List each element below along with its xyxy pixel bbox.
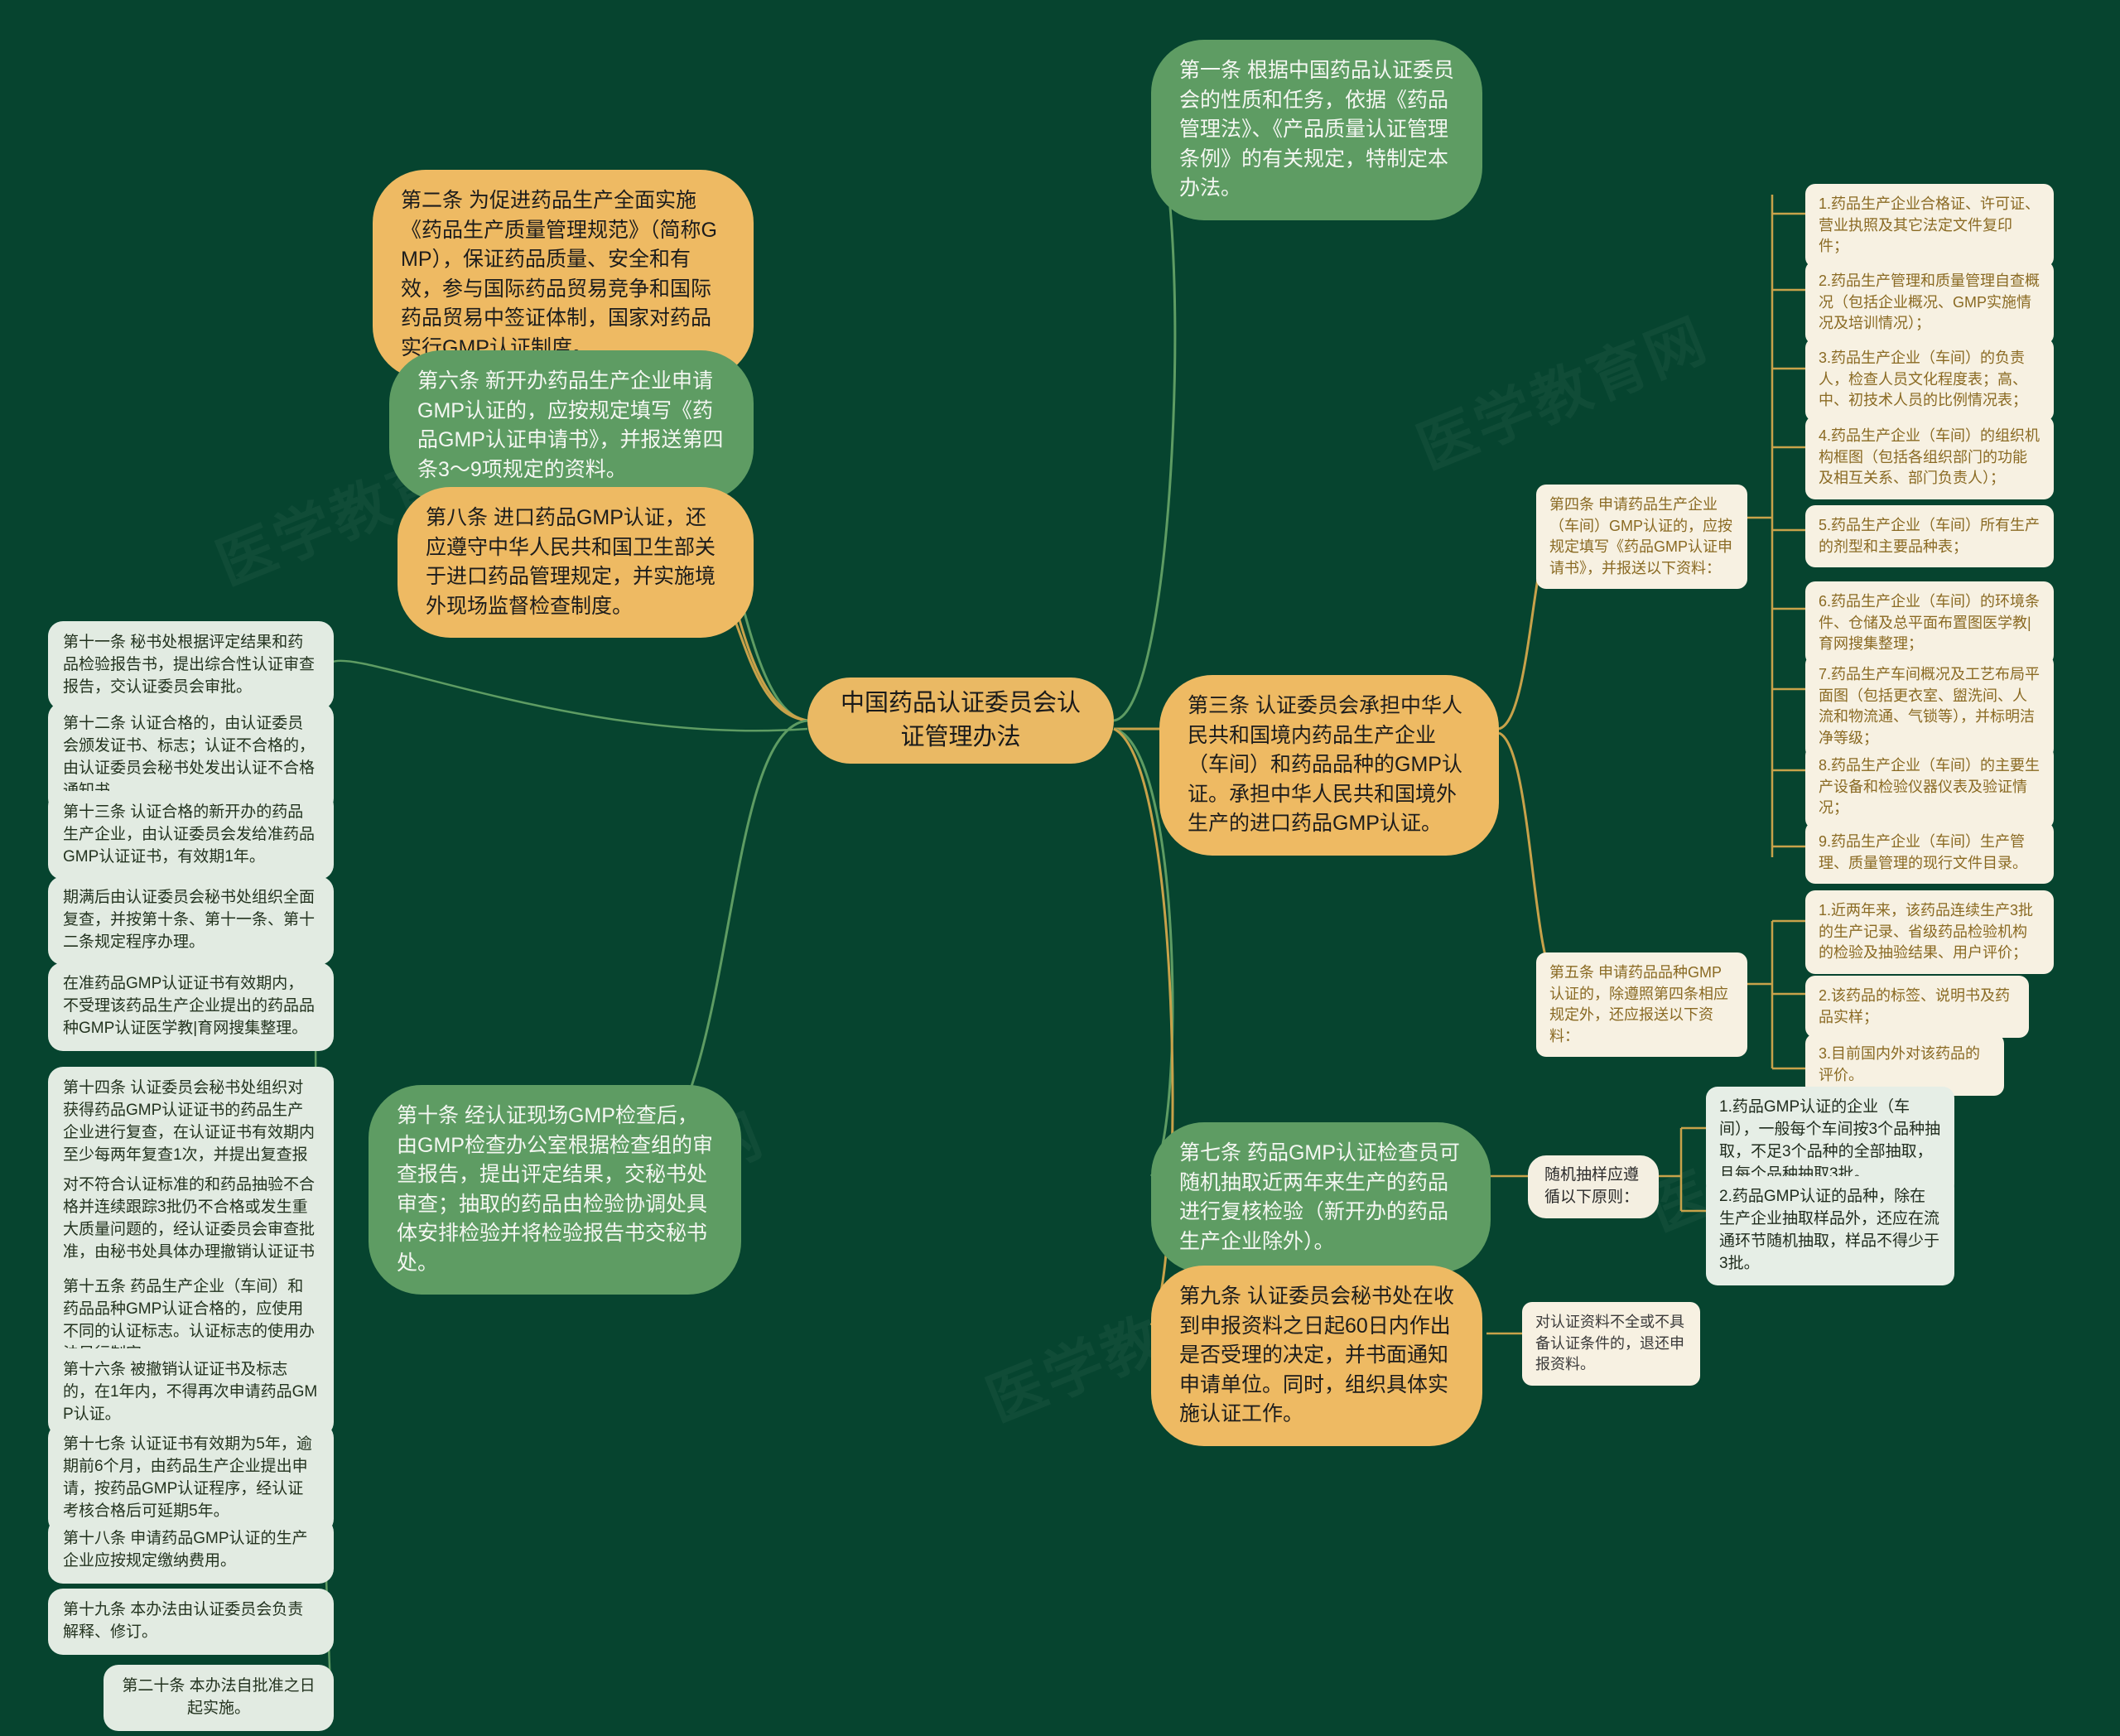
article4-item[interactable]: 6.药品生产企业（车间）的环境条件、仓储及总平面布置图医学教|育网搜集整理； bbox=[1805, 581, 2054, 665]
article7-sub-label[interactable]: 随机抽样应遵循以下原则： bbox=[1528, 1155, 1659, 1218]
branch-article-9[interactable]: 第九条 认证委员会秘书处在收到申报资料之日起60日内作出是否受理的决定，并书面通… bbox=[1151, 1266, 1482, 1446]
article4-item[interactable]: 7.药品生产车间概况及工艺布局平面图（包括更衣室、盥洗间、人流和物流通、气锁等）… bbox=[1805, 654, 2054, 760]
root-node[interactable]: 中国药品认证委员会认证管理办法 bbox=[807, 678, 1114, 764]
branch-article-1[interactable]: 第一条 根据中国药品认证委员会的性质和任务，依据《药品管理法》、《产品质量认证管… bbox=[1151, 40, 1482, 220]
branch-article-3[interactable]: 第三条 认证委员会承担中华人民共和国境内药品生产企业（车间）和药品品种的GMP认… bbox=[1159, 675, 1499, 856]
left-list-item[interactable]: 第十一条 秘书处根据评定结果和药品检验报告书，提出综合性认证审查报告，交认证委员… bbox=[48, 621, 334, 710]
left-list-item[interactable]: 在准药品GMP认证证书有效期内，不受理该药品生产企业提出的药品品种GMP认证医学… bbox=[48, 962, 334, 1051]
article4-item[interactable]: 4.药品生产企业（车间）的组织机构框图（包括各组织部门的功能及相互关系、部门负责… bbox=[1805, 416, 2054, 499]
left-list-item[interactable]: 第二十条 本办法自批准之日起实施。 bbox=[104, 1665, 334, 1731]
article4-item[interactable]: 8.药品生产企业（车间）的主要生产设备和检验仪器仪表及验证情况； bbox=[1805, 745, 2054, 829]
left-list-item[interactable]: 期满后由认证委员会秘书处组织全面复查，并按第十条、第十一条、第十二条规定程序办理… bbox=[48, 876, 334, 965]
branch-article-10[interactable]: 第十条 经认证现场GMP检查后，由GMP检查办公室根据检查组的审查报告，提出评定… bbox=[369, 1085, 741, 1295]
branch-article-7[interactable]: 第七条 药品GMP认证检查员可随机抽取近两年来生产的药品进行复核检验（新开办的药… bbox=[1151, 1122, 1491, 1273]
article4-item[interactable]: 3.药品生产企业（车间）的负责人，检查人员文化程度表；高、中、初技术人员的比例情… bbox=[1805, 338, 2054, 422]
branch-article-6[interactable]: 第六条 新开办药品生产企业申请GMP认证的，应按规定填写《药品GMP认证申请书》… bbox=[389, 350, 754, 501]
branch-article-8[interactable]: 第八条 进口药品GMP认证，还应遵守中华人民共和国卫生部关于进口药品管理规定，并… bbox=[398, 487, 754, 638]
article9-sub-item[interactable]: 对认证资料不全或不具备认证条件的，退还申报资料。 bbox=[1522, 1302, 1700, 1386]
article4-item[interactable]: 2.药品生产管理和质量管理自查概况（包括企业概况、GMP实施情况及培训情况）； bbox=[1805, 261, 2054, 345]
article4-item[interactable]: 9.药品生产企业（车间）生产管理、质量管理的现行文件目录。 bbox=[1805, 822, 2054, 885]
branch-article-2[interactable]: 第二条 为促进药品生产全面实施《药品生产质量管理规范》（简称GMP），保证药品质… bbox=[373, 170, 754, 379]
article5-item[interactable]: 2.该药品的标签、说明书及药品实样； bbox=[1805, 976, 2029, 1039]
left-list-item[interactable]: 第十九条 本办法由认证委员会负责解释、修订。 bbox=[48, 1589, 334, 1655]
article4-item[interactable]: 1.药品生产企业合格证、许可证、营业执照及其它法定文件复印件； bbox=[1805, 184, 2054, 268]
article4-item[interactable]: 5.药品生产企业（车间）所有生产的剂型和主要品种表； bbox=[1805, 505, 2054, 568]
left-list-item[interactable]: 第十八条 申请药品GMP认证的生产企业应按规定缴纳费用。 bbox=[48, 1517, 334, 1584]
mindmap-canvas: 医学教育网 医学教育网 医学教育网 医学教育网 医学教育网 bbox=[0, 0, 2120, 1736]
watermark: 医学教育网 bbox=[1404, 293, 1719, 485]
article7-sub-item[interactable]: 2.药品GMP认证的品种，除在生产企业抽取样品外，还应在流通环节随机抽取，样品不… bbox=[1706, 1176, 1954, 1285]
left-list-item[interactable]: 第十三条 认证合格的新开办的药品生产企业，由认证委员会发给准药品GMP认证证书，… bbox=[48, 791, 334, 880]
branch-article-5[interactable]: 第五条 申请药品品种GMP认证的，除遵照第四条相应规定外，还应报送以下资料： bbox=[1536, 952, 1747, 1058]
article5-item[interactable]: 1.近两年来，该药品连续生产3批的生产记录、省级药品检验机构的检验及抽验结果、用… bbox=[1805, 890, 2054, 974]
branch-article-4[interactable]: 第四条 申请药品生产企业（车间）GMP认证的，应按规定填写《药品GMP认证申请书… bbox=[1536, 485, 1747, 590]
